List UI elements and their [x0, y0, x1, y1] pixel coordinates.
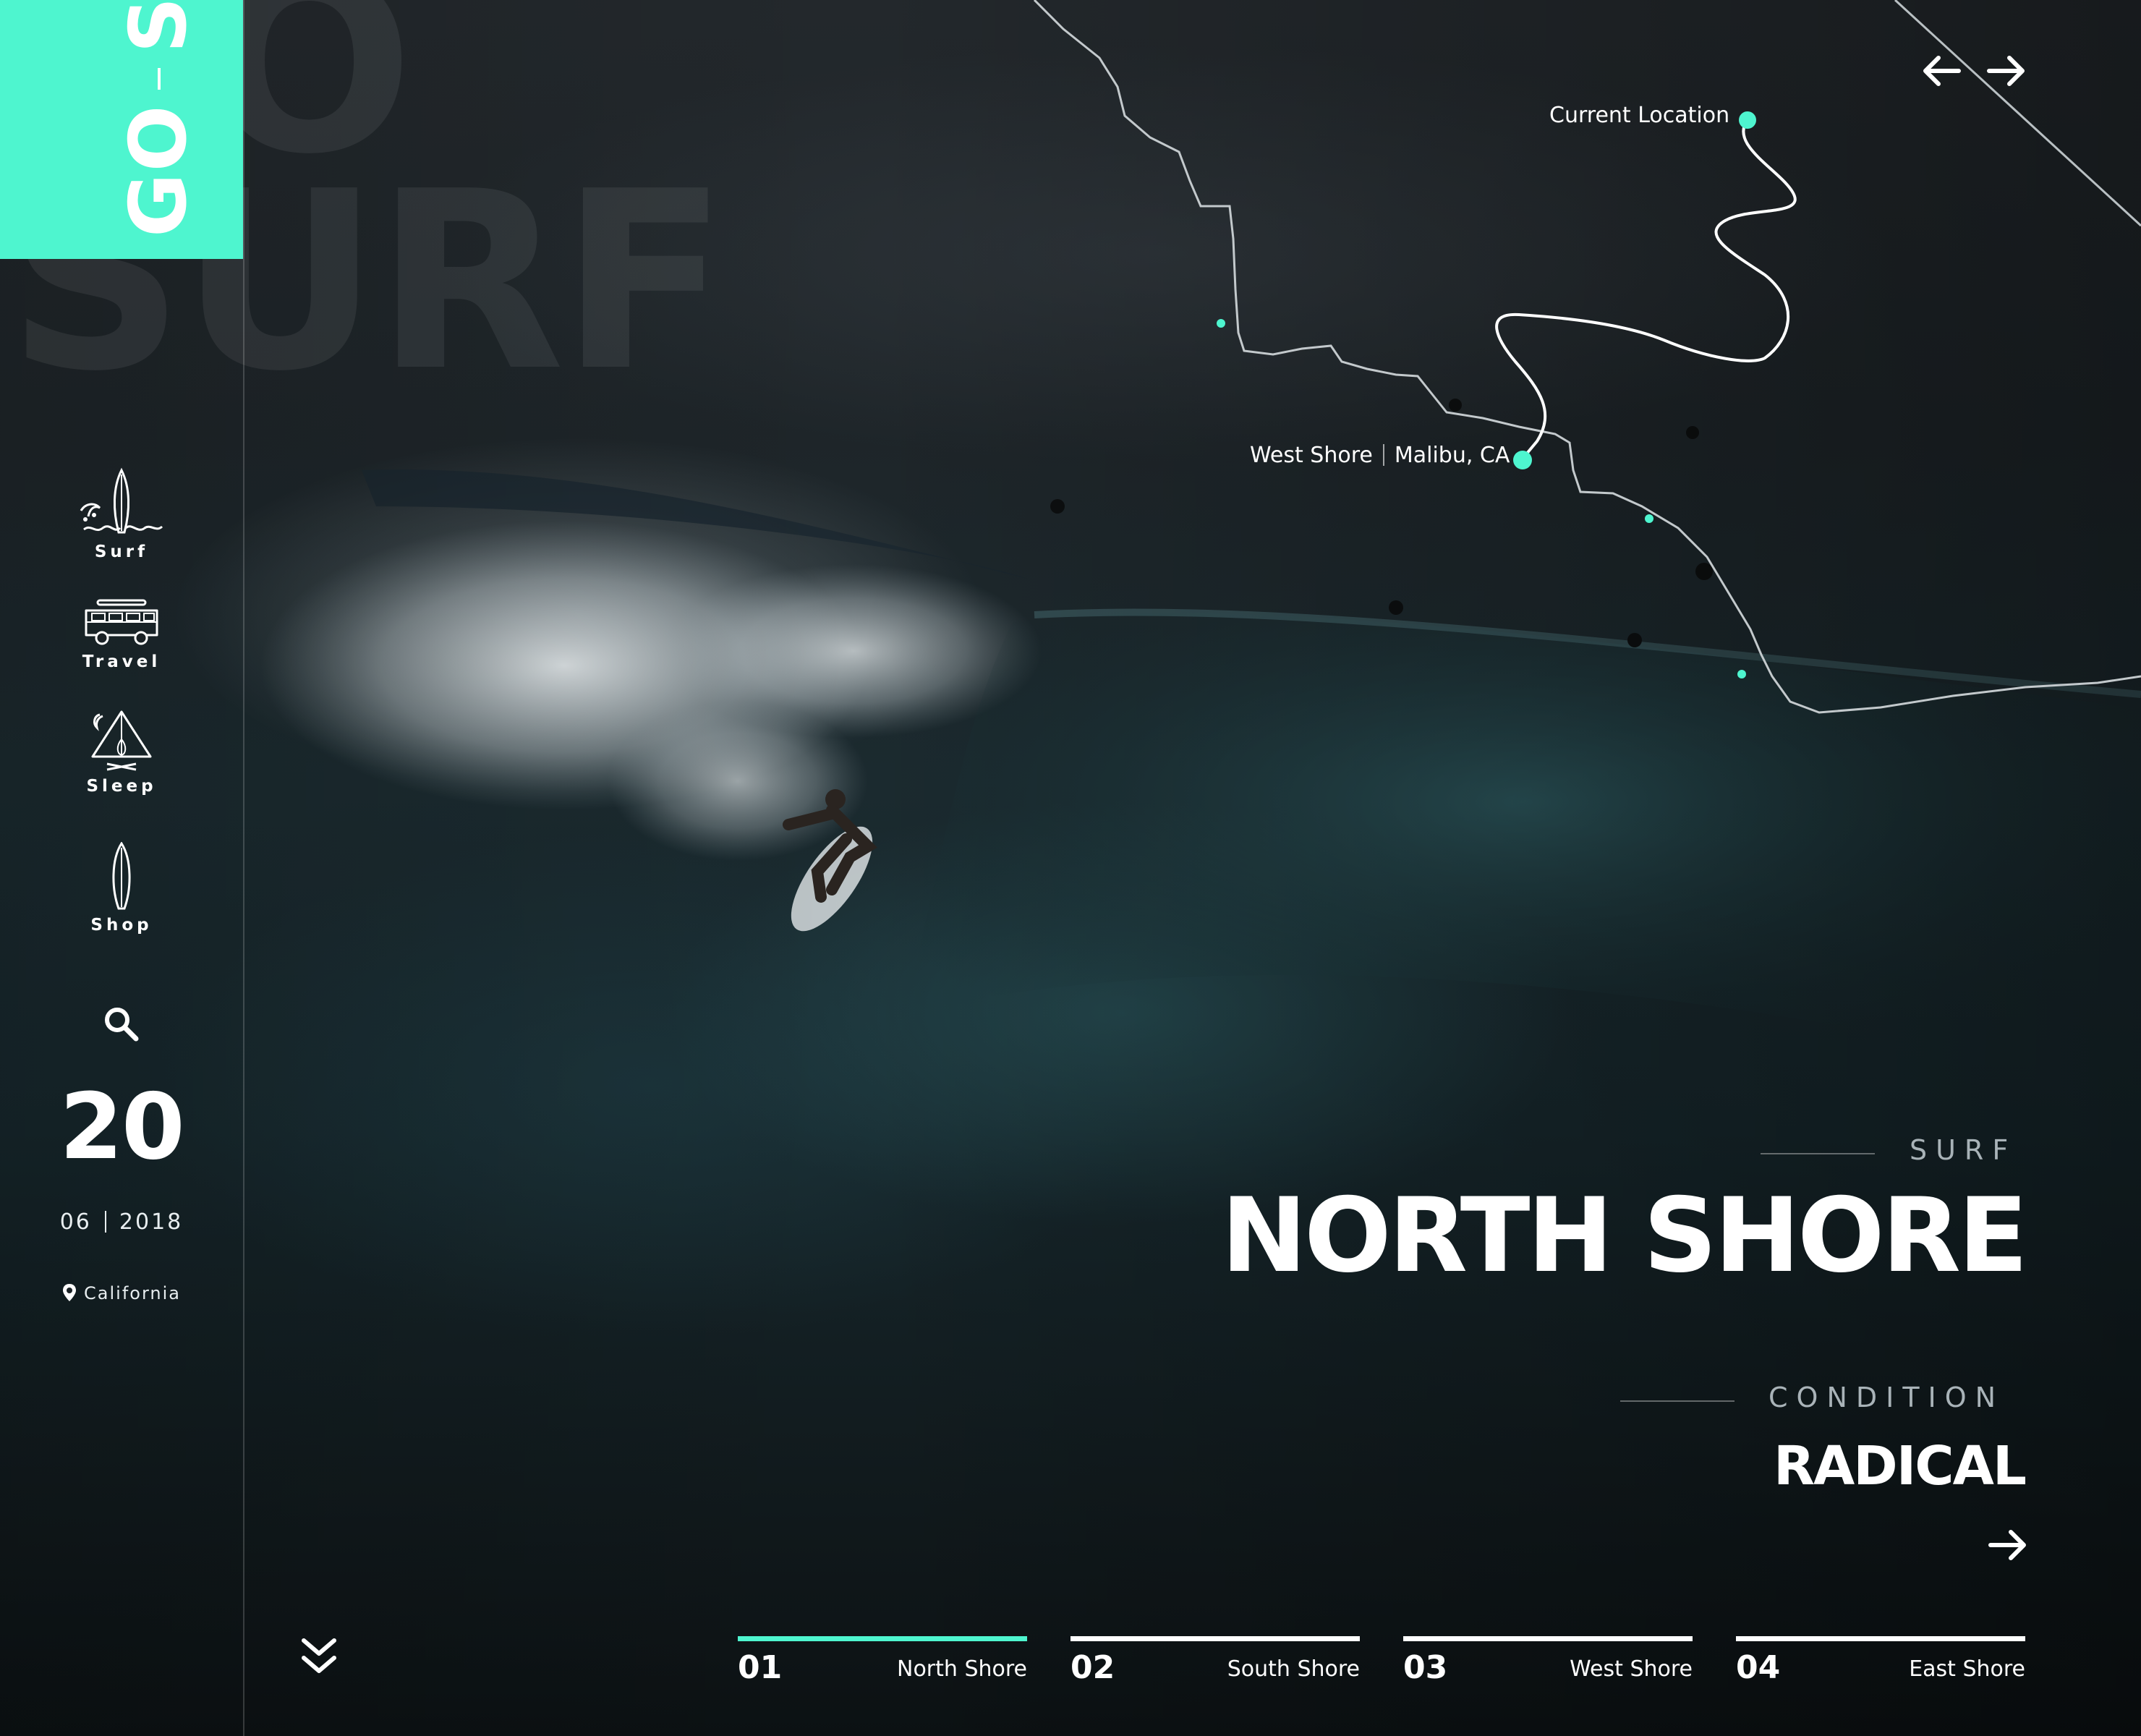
current-location-marker	[1739, 111, 1756, 129]
van-icon	[85, 599, 158, 645]
hero-kicker: SURF	[1910, 1134, 2017, 1166]
location-text: California	[84, 1283, 181, 1303]
tab-south-shore[interactable]: 02 South Shore	[1070, 1636, 1360, 1687]
tab-label: North Shore	[897, 1656, 1027, 1682]
previous-arrow-icon[interactable]	[1921, 54, 1962, 88]
tab-indicator	[1403, 1636, 1693, 1641]
route-path	[1495, 119, 1797, 460]
divider	[1382, 444, 1384, 466]
tab-number: 02	[1070, 1649, 1115, 1686]
sidebar-item-label: Travel	[82, 652, 161, 671]
sidebar-item-label: Surf	[94, 542, 149, 561]
surfboard-icon	[112, 842, 131, 910]
tab-west-shore[interactable]: 03 West Shore	[1403, 1636, 1693, 1687]
map-dot	[1645, 514, 1653, 523]
tab-label: East Shore	[1909, 1656, 2025, 1682]
grid-line	[1894, 0, 2141, 227]
tab-number: 01	[738, 1649, 783, 1686]
logo[interactable]: GO SURF	[114, 0, 204, 237]
search-icon[interactable]	[101, 1004, 142, 1044]
surfboard-wave-icon	[80, 467, 163, 534]
tab-label: West Shore	[1570, 1656, 1693, 1682]
tab-indicator	[738, 1636, 1027, 1641]
tab-number: 04	[1736, 1649, 1781, 1686]
next-arrow-icon[interactable]	[1986, 54, 2027, 88]
spot-name: West Shore	[1250, 443, 1373, 468]
tab-north-shore[interactable]: 01 North Shore	[738, 1636, 1027, 1687]
kicker-line	[1761, 1153, 1875, 1154]
tent-campfire-icon	[91, 710, 152, 771]
sidebar-item-label: Shop	[90, 916, 153, 935]
map-dot	[1737, 670, 1746, 678]
sidebar-item-shop[interactable]: Shop	[0, 842, 243, 935]
logo-go: GO	[114, 103, 204, 237]
logo-surf: SURF	[114, 0, 204, 54]
sidebar-item-label: Sleep	[86, 777, 157, 796]
tab-indicator	[1736, 1636, 2025, 1641]
spot-label[interactable]: West Shore Malibu, CA	[1250, 443, 1510, 468]
date-year: 2018	[119, 1209, 184, 1235]
logo-dash	[158, 67, 161, 90]
tab-label: South Shore	[1227, 1656, 1360, 1682]
location[interactable]: California	[0, 1283, 243, 1303]
tab-number: 03	[1403, 1649, 1448, 1686]
tab-indicator	[1070, 1636, 1360, 1641]
date-month-year: 06 2018	[0, 1209, 243, 1235]
condition-value: RADICAL	[1774, 1435, 2027, 1497]
date-day: 20	[59, 1073, 184, 1180]
sidebar: GO SURF Surf Travel	[0, 0, 244, 1736]
date-month: 06	[59, 1209, 92, 1235]
map-dot	[1217, 319, 1225, 328]
divider	[104, 1211, 106, 1233]
kicker-line	[1620, 1400, 1734, 1402]
sidebar-item-travel[interactable]: Travel	[0, 599, 243, 671]
explore-arrow-icon[interactable]	[1988, 1528, 2028, 1562]
spot-city: Malibu, CA	[1394, 443, 1510, 468]
sidebar-item-sleep[interactable]: Sleep	[0, 710, 243, 796]
spot-marker	[1513, 451, 1532, 469]
tab-east-shore[interactable]: 04 East Shore	[1736, 1636, 2025, 1687]
sidebar-item-surf[interactable]: Surf	[0, 467, 243, 561]
condition-kicker: CONDITION	[1768, 1382, 2005, 1413]
hero-title: NORTH SHORE	[1221, 1176, 2028, 1295]
current-location-label: Current Location	[1549, 103, 1730, 128]
map-pin-icon	[63, 1284, 77, 1301]
scroll-down-icon[interactable]	[299, 1636, 339, 1678]
